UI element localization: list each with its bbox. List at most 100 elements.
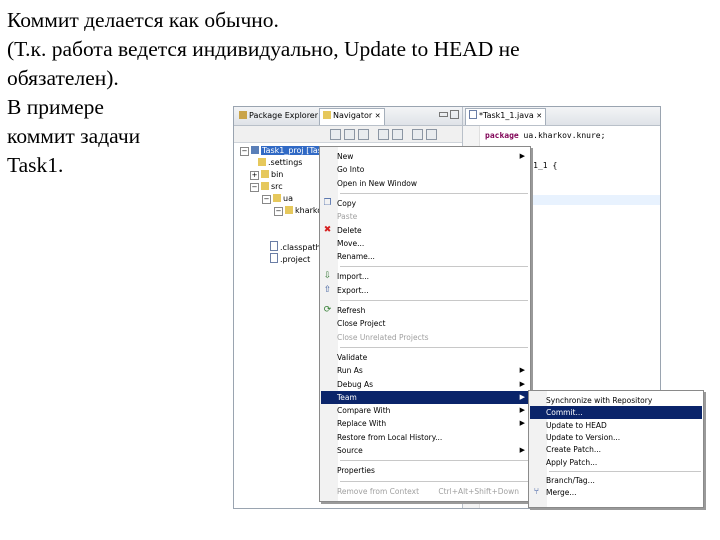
menu-separator	[340, 480, 528, 482]
slide-line: Коммит делается как обычно.	[7, 8, 279, 32]
submenu-arrow-icon: ▶	[519, 392, 525, 401]
navigator-toolbar	[234, 126, 462, 143]
menu-item-label: Restore from Local History...	[337, 432, 443, 442]
slide-line: (Т.к. работа ведется индивидуально, Upda…	[7, 37, 520, 61]
tree-item[interactable]: .settings	[258, 157, 302, 168]
submenu-arrow-icon: ▶	[519, 152, 525, 160]
menu-item-label: Delete	[337, 225, 362, 235]
menu-item-close-project[interactable]: Close Project	[321, 317, 529, 330]
tree-item[interactable]: − ua	[262, 193, 293, 204]
delete-icon: ✖	[323, 224, 332, 235]
folder-icon	[273, 194, 281, 202]
menu-item-label: Import...	[337, 272, 370, 282]
collapse-icon[interactable]: −	[240, 147, 249, 156]
file-icon	[270, 253, 278, 263]
menu-item-open-in-new-window[interactable]: Open in New Window	[321, 177, 529, 190]
tab-package-explorer[interactable]: Package Explorer	[236, 109, 321, 123]
menu-item-label: Debug As	[337, 379, 374, 389]
menu-item-source[interactable]: Source ▶	[321, 444, 529, 457]
menu-item-move[interactable]: Move...	[321, 237, 529, 250]
menu-item-label: Validate	[337, 352, 368, 362]
package-icon	[239, 111, 247, 119]
close-icon[interactable]: ✕	[536, 112, 542, 120]
menu-item-replace-with[interactable]: Replace With ▶	[321, 417, 529, 430]
menu-separator	[340, 300, 528, 301]
menu-item-label: Update to Version...	[546, 432, 621, 442]
menu-item-branch-tag[interactable]: Branch/Tag...	[530, 474, 702, 487]
menu-item-import[interactable]: ⇩ Import...	[321, 270, 529, 283]
folder-icon	[261, 170, 269, 178]
editor-tab-bar: *Task1_1.java ✕	[463, 107, 660, 126]
menu-separator	[549, 470, 701, 472]
folder-icon	[258, 158, 266, 166]
menu-item-rename[interactable]: Rename...	[321, 250, 529, 263]
menu-item-merge[interactable]: ⑂ Merge...	[530, 486, 702, 499]
maximize-icon[interactable]	[450, 110, 459, 119]
menu-item-label: Update to HEAD	[546, 420, 607, 430]
menu-separator	[340, 460, 528, 462]
menu-item-label: Replace With	[337, 419, 387, 429]
menu-item-update-to-version[interactable]: Update to Version...	[530, 431, 702, 444]
menu-item-label: Branch/Tag...	[546, 475, 595, 485]
expand-icon[interactable]: +	[250, 171, 259, 180]
collapse-all-icon[interactable]	[378, 129, 389, 140]
menu-item-label: Merge...	[546, 488, 577, 498]
team-submenu: Synchronize with Repository Commit... Upda…	[528, 390, 704, 508]
menu-item-create-patch[interactable]: Create Patch...	[530, 443, 702, 456]
menu-item-compare-with[interactable]: Compare With ▶	[321, 404, 529, 417]
menu-item-copy[interactable]: ❐ Copy	[321, 197, 529, 210]
back-icon[interactable]	[330, 129, 341, 140]
menu-item-debug-as[interactable]: Debug As ▶	[321, 378, 529, 391]
submenu-arrow-icon: ▶	[519, 446, 525, 454]
minimize-icon[interactable]	[439, 112, 448, 117]
menu-item-go-into[interactable]: Go Into	[321, 163, 529, 176]
menu-item-apply-patch[interactable]: Apply Patch...	[530, 456, 702, 469]
menu-item-validate[interactable]: Validate	[321, 351, 529, 364]
menu-item-label: Rename...	[337, 252, 375, 262]
tab-editor-task1[interactable]: *Task1_1.java ✕	[465, 108, 547, 125]
close-icon[interactable]: ✕	[375, 112, 381, 120]
menu-item-synchronize-with-repository[interactable]: Synchronize with Repository	[530, 394, 702, 407]
filter-icon[interactable]	[412, 129, 423, 140]
collapse-icon[interactable]: −	[250, 183, 259, 192]
tree-item[interactable]: + bin	[250, 169, 283, 180]
menu-item-label: Paste	[337, 212, 358, 222]
menu-item-properties[interactable]: Properties	[321, 464, 529, 477]
menu-item-new[interactable]: New ▶	[321, 150, 529, 163]
menu-item-update-to-head[interactable]: Update to HEAD	[530, 419, 702, 432]
menu-item-label: Run As	[337, 366, 363, 376]
menu-item-team[interactable]: Team ▶	[321, 390, 529, 404]
tab-navigator[interactable]: Navigator ✕	[319, 108, 385, 125]
forward-icon[interactable]	[344, 129, 355, 140]
menu-item-commit[interactable]: Commit...	[530, 406, 702, 420]
submenu-arrow-icon: ▶	[519, 379, 525, 388]
menu-item-label: Apply Patch...	[546, 457, 598, 467]
view-tab-bar: Package Explorer Navigator ✕	[234, 107, 462, 126]
slide-line: обязателен).	[7, 66, 119, 90]
code-line: package ua.kharkov.knure;	[485, 131, 606, 140]
menu-item-label: Properties	[337, 466, 375, 476]
collapse-icon[interactable]: −	[262, 195, 271, 204]
menu-item-label: Team	[337, 392, 357, 402]
link-editor-icon[interactable]	[392, 129, 403, 140]
tree-item[interactable]: .project	[270, 253, 310, 264]
java-file-icon	[469, 110, 477, 119]
menu-item-label: Go Into	[337, 165, 365, 175]
tree-item[interactable]: − src	[250, 181, 283, 192]
menu-item-refresh[interactable]: ⟳ Refresh	[321, 304, 529, 317]
menu-item-restore-from-local-history[interactable]: Restore from Local History...	[321, 431, 529, 444]
folder-icon	[261, 182, 269, 190]
menu-item-paste: Paste	[321, 210, 529, 223]
up-icon[interactable]	[358, 129, 369, 140]
file-icon	[270, 241, 278, 251]
menu-item-run-as[interactable]: Run As ▶	[321, 364, 529, 377]
submenu-arrow-icon: ▶	[519, 366, 525, 375]
collapse-icon[interactable]: −	[274, 207, 283, 216]
menu-separator	[340, 192, 528, 194]
tree-item[interactable]: .classpath	[270, 241, 321, 252]
menu-item-shortcut: Ctrl+Alt+Shift+Down	[438, 486, 519, 496]
menu-item-label: Compare With	[337, 406, 391, 416]
view-menu-icon[interactable]	[426, 129, 437, 140]
menu-item-delete[interactable]: ✖ Delete	[321, 224, 529, 237]
menu-item-export[interactable]: ⇧ Export...	[321, 284, 529, 297]
